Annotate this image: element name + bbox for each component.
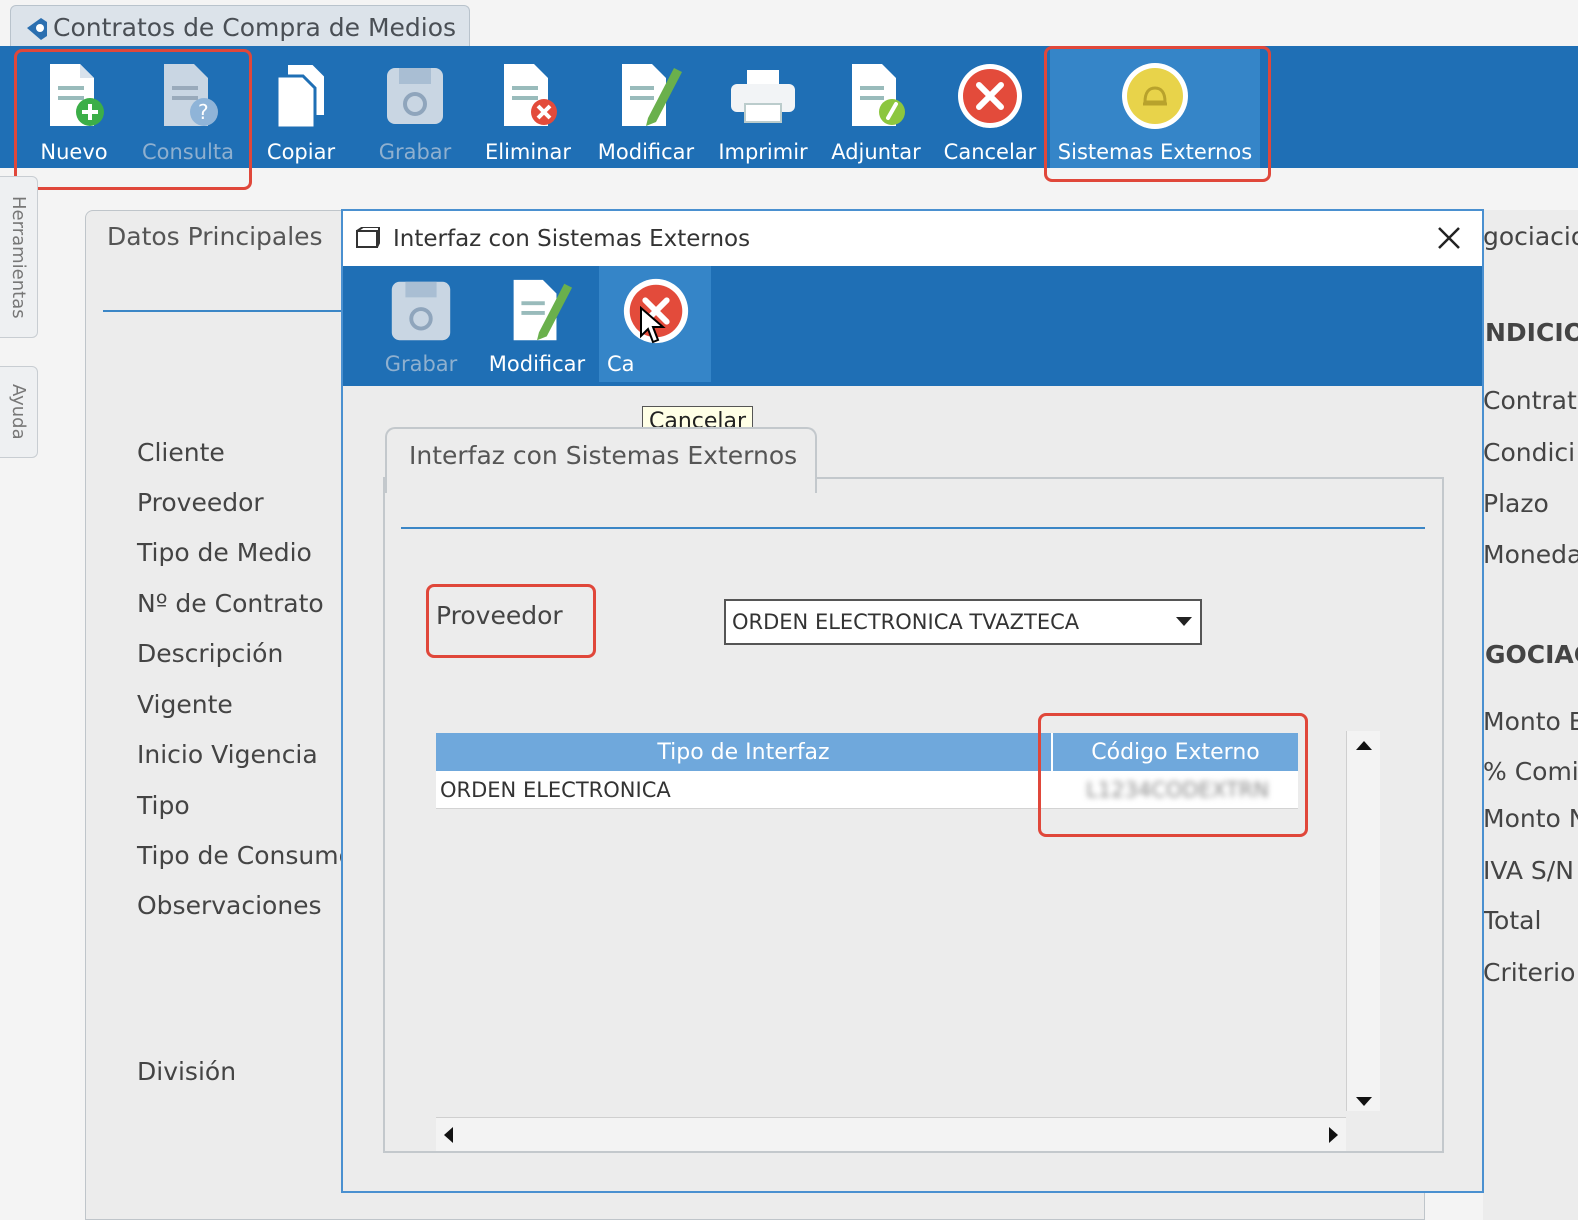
external-systems-dialog: Interfaz con Sistemas Externos Grabar Mo… xyxy=(341,209,1484,1193)
main-toolbar: Nuevo ? Consulta Copiar Grabar Eliminar xyxy=(0,46,1578,168)
label-tipo-de-medio: Tipo de Medio xyxy=(137,538,312,567)
label-division: División xyxy=(137,1057,237,1086)
label-tipo-de-consumo: Tipo de Consumo xyxy=(137,841,354,870)
save-icon xyxy=(391,281,451,341)
copiar-button[interactable]: Copiar xyxy=(256,46,346,168)
imprimir-button[interactable]: Imprimir xyxy=(716,46,810,168)
copy-icon xyxy=(275,63,326,130)
tab-underline xyxy=(103,310,343,312)
right-section-2: GOCIAC xyxy=(1485,640,1578,669)
grabar-button[interactable]: Grabar xyxy=(370,46,460,168)
right-section-1: NDICIO xyxy=(1485,318,1578,347)
doc-edit-icon xyxy=(513,279,573,341)
dialog-grabar-button[interactable]: Grabar xyxy=(381,266,461,382)
proveedor-select[interactable]: ORDEN ELECTRONICA TVAZTECA xyxy=(724,599,1202,645)
vertical-scrollbar[interactable] xyxy=(1346,731,1380,1111)
app-logo-icon xyxy=(27,18,47,40)
right-label: Plazo xyxy=(1483,489,1549,518)
consulta-button[interactable]: ? Consulta xyxy=(140,46,236,168)
label-inicio-vigencia: Inicio Vigencia xyxy=(137,740,318,769)
eliminar-button[interactable]: Eliminar xyxy=(480,46,576,168)
right-tab-label[interactable]: gociacio xyxy=(1483,222,1578,251)
cell-tipo-interfaz: ORDEN ELECTRONICA xyxy=(440,778,671,802)
right-label: Total xyxy=(1483,906,1542,935)
right-label: Condici xyxy=(1483,438,1576,467)
label-tipo: Tipo xyxy=(137,791,190,820)
svg-text:?: ? xyxy=(198,100,209,124)
dialog-title: Interfaz con Sistemas Externos xyxy=(393,225,751,252)
doc-add-icon xyxy=(50,64,104,126)
mouse-cursor-icon xyxy=(640,306,666,344)
tab-datos-principales[interactable]: Datos Principales xyxy=(107,222,323,251)
inner-panel-top-border xyxy=(817,477,1444,479)
inner-panel xyxy=(383,477,1444,1153)
nuevo-button[interactable]: Nuevo xyxy=(28,46,120,168)
scroll-left-icon[interactable] xyxy=(444,1127,453,1143)
right-label: Criterio xyxy=(1483,958,1576,987)
inner-tab-underline xyxy=(401,527,1425,529)
chevron-down-icon xyxy=(1176,617,1192,626)
right-partial-panel: gociacio NDICIO Contrato Condici Plazo M… xyxy=(1483,210,1578,1220)
side-tab-ayuda[interactable]: Ayuda xyxy=(0,366,38,458)
doc-edit-icon xyxy=(622,64,682,126)
right-label: Monto B xyxy=(1483,707,1578,736)
scroll-right-icon[interactable] xyxy=(1329,1127,1338,1143)
right-label: Monto N xyxy=(1483,804,1578,833)
tab-interfaz-sistemas-externos[interactable]: Interfaz con Sistemas Externos xyxy=(385,427,817,493)
printer-icon xyxy=(731,70,795,123)
proveedor-select-value: ORDEN ELECTRONICA TVAZTECA xyxy=(732,610,1080,634)
label-observaciones: Observaciones xyxy=(137,891,322,920)
doc-delete-icon xyxy=(504,64,557,126)
right-label: % Comis xyxy=(1483,757,1578,786)
dialog-toolbar: Grabar Modificar Ca Cancelar xyxy=(343,266,1482,437)
label-proveedor: Proveedor xyxy=(137,488,264,517)
side-tab-herramientas[interactable]: Herramientas xyxy=(0,176,38,338)
scroll-up-icon[interactable] xyxy=(1356,741,1372,750)
cell-codigo-externo: L1234CODEXTRN xyxy=(1086,778,1269,802)
doc-query-icon: ? xyxy=(164,64,218,126)
cancel-icon xyxy=(958,64,1022,128)
scroll-down-icon[interactable] xyxy=(1356,1097,1372,1106)
label-numero-contrato: Nº de Contrato xyxy=(137,589,324,618)
cancelar-button[interactable]: Cancelar xyxy=(940,46,1040,168)
proveedor-label: Proveedor xyxy=(436,601,563,630)
column-header-tipo-interfaz[interactable]: Tipo de Interfaz xyxy=(436,733,1053,771)
right-label: IVA S/N xyxy=(1483,856,1574,885)
label-cliente: Cliente xyxy=(137,438,225,467)
column-header-codigo-externo[interactable]: Código Externo xyxy=(1053,733,1298,771)
attach-icon xyxy=(852,64,905,126)
sistemas-externos-button[interactable]: Sistemas Externos xyxy=(1050,46,1260,168)
adjuntar-button[interactable]: Adjuntar xyxy=(826,46,926,168)
label-descripcion: Descripción xyxy=(137,639,284,668)
right-label: Contrato xyxy=(1483,386,1578,415)
app-tab-title: Contratos de Compra de Medios xyxy=(53,13,457,42)
modificar-button[interactable]: Modificar xyxy=(592,46,700,168)
dialog-title-bar[interactable]: Interfaz con Sistemas Externos xyxy=(343,211,1482,266)
table-row[interactable]: ORDEN ELECTRONICA L1234CODEXTRN xyxy=(436,771,1298,809)
window-icon xyxy=(356,227,380,248)
right-label: Moneda xyxy=(1483,540,1578,569)
grid-header: Tipo de Interfaz Código Externo xyxy=(436,733,1298,771)
app-tab[interactable]: Contratos de Compra de Medios xyxy=(10,5,470,49)
save-icon xyxy=(387,68,443,124)
close-icon[interactable] xyxy=(1434,223,1464,253)
label-vigente: Vigente xyxy=(137,690,233,719)
horizontal-scrollbar[interactable] xyxy=(436,1117,1346,1151)
dialog-modificar-button[interactable]: Modificar xyxy=(483,266,591,382)
external-systems-icon xyxy=(1122,63,1188,129)
